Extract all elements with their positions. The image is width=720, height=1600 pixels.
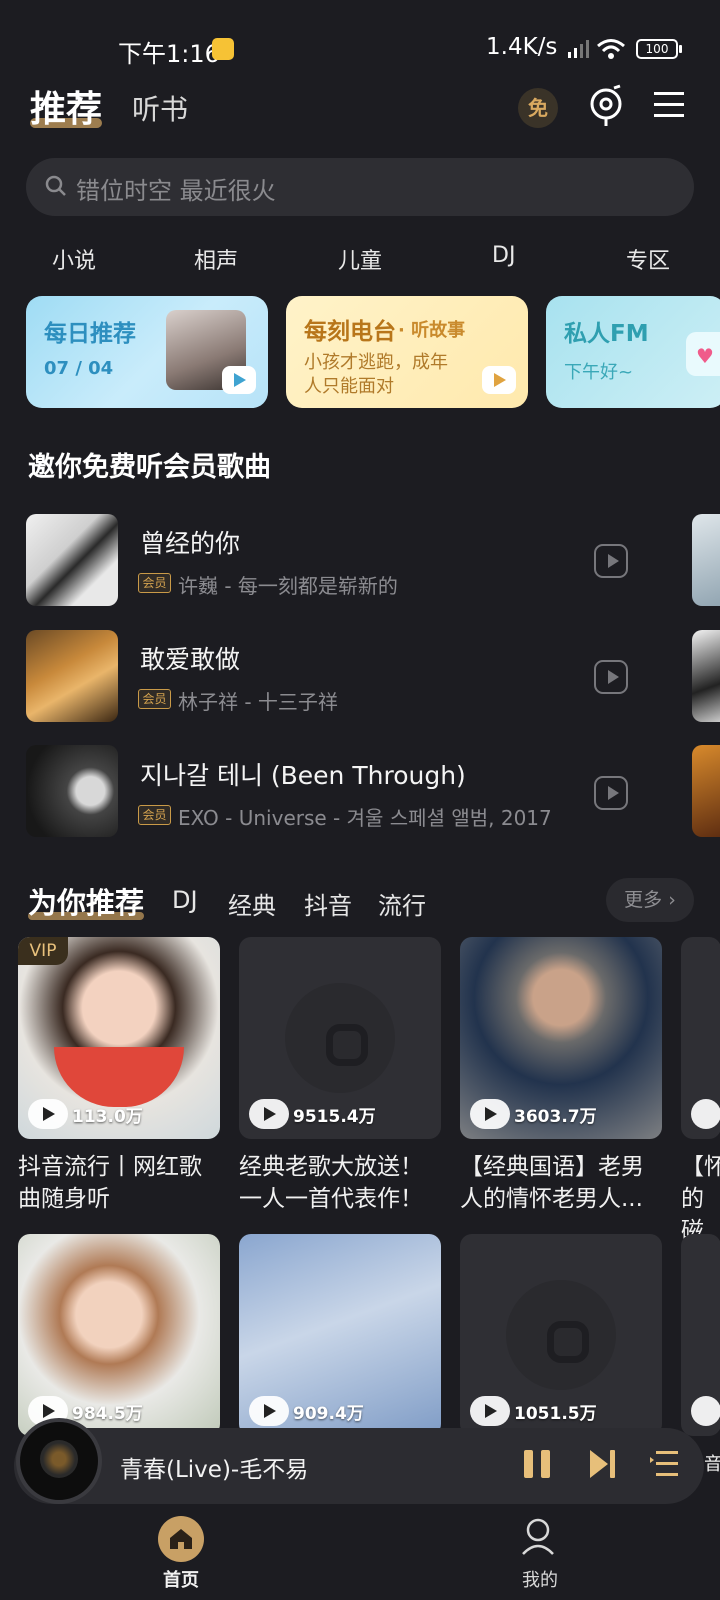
more-label: 更多 [624, 889, 663, 911]
category-novel[interactable]: 小说 [52, 243, 96, 275]
playlist-tile-1[interactable]: VIP 113.0万 [18, 937, 220, 1139]
playlist-tile-8[interactable] [681, 1234, 720, 1436]
disc-placeholder-icon [506, 1280, 616, 1390]
play-icon[interactable] [249, 1396, 289, 1426]
song-subtitle-3: EXO - Universe - 겨울 스페셜 앨범, 2017 [178, 806, 552, 830]
play-count: 1051.5万 [470, 1396, 597, 1426]
category-dj[interactable]: DJ [492, 243, 515, 268]
category-zone[interactable]: 专区 [626, 243, 670, 275]
nav-home-label[interactable]: 首页 [163, 1566, 199, 1592]
playlist-title-2[interactable]: 经典老歌大放送！一人一首代表作！ [239, 1151, 445, 1215]
search-icon [45, 175, 66, 196]
song-cover-3[interactable] [26, 745, 118, 837]
play-count: 3603.7万 [470, 1099, 597, 1129]
song-play-icon[interactable] [594, 544, 628, 578]
play-count: 909.4万 [249, 1396, 364, 1426]
play-count: 113.0万 [28, 1099, 143, 1129]
category-children[interactable]: 儿童 [338, 243, 382, 275]
playlist-title-4[interactable]: 【怀的磁 [681, 1151, 720, 1247]
play-icon[interactable] [470, 1099, 510, 1129]
song-title-1[interactable]: 曾经的你 [140, 524, 240, 560]
daily-recommend-date: 07 / 04 [44, 358, 114, 379]
moment-radio-sub-1: 小孩才逃跑，成年 [304, 352, 448, 373]
song-subtitle-1: 许巍 - 每一刻都是崭新的 [178, 574, 398, 598]
playlist-icon[interactable] [650, 1448, 680, 1480]
battery-tip [679, 45, 682, 53]
playlist-tile-5[interactable]: 984.5万 [18, 1234, 220, 1436]
vip-tag: 会员 [138, 573, 171, 593]
pause-icon[interactable] [522, 1448, 552, 1480]
free-icon[interactable]: 免 [518, 88, 558, 128]
play-count: 9515.4万 [249, 1099, 376, 1129]
bottom-nav [0, 1508, 720, 1600]
search-placeholder: 错位时空 最近很火 [76, 177, 276, 205]
signal-icon [568, 40, 589, 58]
tab-recommend[interactable]: 推荐 [30, 80, 102, 132]
disc-placeholder-icon [285, 983, 395, 1093]
song-cover-1[interactable] [26, 514, 118, 606]
foryou-tab-pop[interactable]: 流行 [378, 886, 426, 921]
battery-icon: 100 [636, 39, 678, 59]
play-icon[interactable] [249, 1099, 289, 1129]
music-recognize-icon[interactable] [586, 84, 626, 128]
notification-app-icon [212, 38, 234, 60]
song-cover-2[interactable] [26, 630, 118, 722]
vip-badge: VIP [18, 937, 68, 965]
foryou-title[interactable]: 为你推荐 [28, 880, 144, 922]
next-track-icon[interactable] [588, 1448, 618, 1480]
moment-radio-card[interactable]: 每刻电台 · 听故事 小孩才逃跑，成年 人只能面对 [286, 296, 528, 408]
profile-icon[interactable] [520, 1516, 556, 1560]
vip-tag: 会员 [138, 805, 171, 825]
playlist-tile-2[interactable]: 9515.4万 [239, 937, 441, 1139]
daily-recommend-play-icon[interactable] [222, 366, 256, 394]
moment-radio-sub-2: 人只能面对 [304, 376, 394, 397]
free-vip-section-title: 邀你免费听会员歌曲 [28, 452, 271, 483]
song-play-icon[interactable] [594, 660, 628, 694]
song-title-3[interactable]: 지나갈 테니 (Been Through) [140, 756, 466, 792]
play-icon[interactable] [470, 1396, 510, 1426]
playlist-title-1[interactable]: 抖音流行丨网红歌曲随身听 [18, 1151, 224, 1215]
playlist-tile-4[interactable] [681, 937, 720, 1139]
now-playing-cover[interactable] [16, 1418, 102, 1504]
next-song-cover-peek[interactable] [692, 514, 720, 606]
moment-radio-tag: · 听故事 [398, 320, 466, 341]
now-playing-title[interactable]: 青春(Live)-毛不易 [120, 1450, 308, 1484]
category-crosstalk[interactable]: 相声 [194, 243, 238, 275]
playlist-title-8[interactable]: 音 [704, 1449, 720, 1481]
private-fm-sub: 下午好~ [564, 362, 634, 383]
next-song-cover-peek[interactable] [692, 745, 720, 837]
network-speed: 1.4K/s [486, 34, 558, 60]
private-fm-title: 私人FM [564, 321, 649, 347]
song-title-2[interactable]: 敢爱敢做 [140, 640, 240, 676]
heart-icon: ♥ [686, 332, 720, 376]
song-play-icon[interactable] [594, 776, 628, 810]
foryou-tab-douyin[interactable]: 抖音 [304, 886, 352, 921]
playlist-title-3[interactable]: 【经典国语】老男人的情怀老男人... [460, 1151, 666, 1215]
tab-audiobook[interactable]: 听书 [132, 88, 188, 128]
foryou-tab-classic[interactable]: 经典 [228, 886, 276, 921]
private-fm-card[interactable]: 私人FM 下午好~ ♥ [546, 296, 720, 408]
moment-radio-play-icon[interactable] [482, 366, 516, 394]
home-icon[interactable] [158, 1516, 204, 1562]
play-icon[interactable] [691, 1099, 720, 1129]
playlist-tile-7[interactable]: 1051.5万 [460, 1234, 662, 1436]
moment-radio-title: 每刻电台 [304, 319, 396, 345]
more-button[interactable]: 更多 › [606, 878, 694, 922]
playlist-tile-6[interactable]: 909.4万 [239, 1234, 441, 1436]
wifi-icon [597, 39, 625, 59]
watermelon [54, 1047, 184, 1107]
menu-icon[interactable] [654, 90, 684, 120]
play-icon[interactable] [28, 1099, 68, 1129]
song-subtitle-2: 林子祥 - 十三子祥 [178, 690, 338, 714]
play-icon[interactable] [691, 1396, 720, 1426]
daily-recommend-title: 每日推荐 [44, 321, 136, 347]
playlist-tile-3[interactable]: 3603.7万 [460, 937, 662, 1139]
nav-me-label[interactable]: 我的 [522, 1566, 558, 1592]
status-time: 下午1:16 [118, 40, 220, 68]
foryou-tab-dj[interactable]: DJ [172, 886, 198, 914]
next-song-cover-peek[interactable] [692, 630, 720, 722]
daily-recommend-card[interactable]: 每日推荐 07 / 04 [26, 296, 268, 408]
vip-tag: 会员 [138, 689, 171, 709]
